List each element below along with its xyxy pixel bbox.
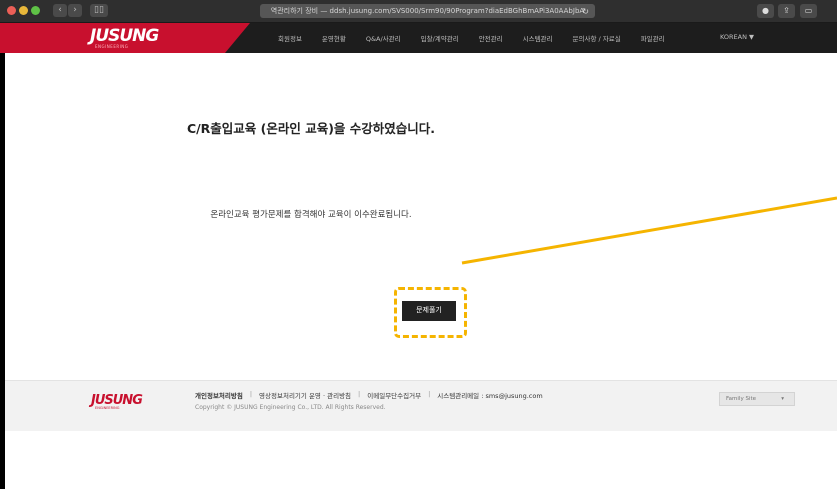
address-text: 역관리하기 장비 — ddsh.jusung.com/SVS000/Srm90/… [270, 7, 585, 15]
sidebar-icon: ▯▯ [94, 5, 104, 15]
tabs-icon: ▭ [804, 6, 813, 15]
footer-divider: | [428, 390, 431, 398]
footer-link-email-refusal[interactable]: 이메일무단수집거부 [367, 390, 421, 400]
nav-item[interactable]: 운영현황 [322, 33, 346, 43]
footer-divider: | [249, 390, 253, 398]
copyright: Copyright © JUSUNG Engineering Co., LTD.… [195, 404, 386, 411]
forward-button[interactable]: › [68, 4, 82, 17]
nav-item[interactable]: Q&A/사관리 [366, 33, 401, 43]
chevron-down-icon: ▾ [781, 396, 784, 402]
chevron-left-icon: ‹ [58, 5, 62, 15]
footer-links: 개인정보처리방침 | 영상정보처리기기 운영 · 관리방침 | 이메일무단수집거… [195, 390, 543, 400]
footer-link-admin-email[interactable]: 시스템관리메일 : sms@jusung.com [437, 390, 542, 400]
share-button[interactable]: ⇪ [778, 4, 795, 18]
footer: JUSUNG ENGINEERING 개인정보처리방침 | 영상정보처리기기 운… [5, 380, 837, 431]
nav-item[interactable]: 파일관리 [641, 33, 665, 43]
maximize-window-button[interactable] [31, 6, 40, 15]
family-site-label: Family Site [726, 396, 757, 402]
nav-item[interactable]: 입찰/계약관리 [421, 33, 459, 43]
page-content: C/R출입교육 (온라인 교육)을 수강하였습니다. 온라인교육 평가문제를 합… [5, 53, 837, 489]
tabs-button[interactable]: ▭ [800, 4, 817, 18]
address-bar[interactable]: 역관리하기 장비 — ddsh.jusung.com/SVS000/Srm90/… [260, 4, 595, 18]
nav-item[interactable]: 회원정보 [278, 33, 302, 43]
nav-item[interactable]: 문의사항 / 자료실 [573, 33, 621, 43]
family-site-select[interactable]: Family Site ▾ [719, 392, 795, 406]
main-nav: 회원정보 운영현황 Q&A/사관리 입찰/계약관리 안전관리 시스템관리 문의사… [278, 33, 685, 43]
share-icon: ⇪ [783, 6, 790, 15]
footer-divider: | [358, 390, 361, 398]
nav-item[interactable]: 안전관리 [479, 33, 503, 43]
sidebar-button[interactable]: ▯▯ [90, 4, 108, 17]
site-logo-subtitle: ENGINEERING [95, 44, 129, 49]
nav-item[interactable]: 시스템관리 [523, 33, 553, 43]
footer-link-privacy[interactable]: 개인정보처리방침 [195, 390, 243, 400]
language-selector[interactable]: KOREAN ▼ [720, 33, 754, 41]
logo-area[interactable]: JUSUNG ENGINEERING [0, 23, 250, 53]
reload-icon[interactable]: ↻ [582, 5, 589, 18]
close-window-button[interactable] [7, 6, 16, 15]
annotation-line [461, 196, 837, 265]
download-button[interactable]: ● [757, 4, 774, 18]
site-logo: JUSUNG [90, 26, 159, 46]
site-header: JUSUNG ENGINEERING 회원정보 운영현황 Q&A/사관리 입찰/… [0, 23, 837, 53]
minimize-window-button[interactable] [19, 6, 28, 15]
footer-logo-subtitle: ENGINEERING [95, 406, 120, 410]
footer-link-cctv[interactable]: 영상정보처리기기 운영 · 관리방침 [259, 390, 351, 400]
chevron-right-icon: › [73, 5, 77, 15]
browser-toolbar: ‹ › ▯▯ 역관리하기 장비 — ddsh.jusung.com/SVS000… [0, 0, 837, 23]
download-icon: ● [762, 6, 769, 15]
back-button[interactable]: ‹ [53, 4, 67, 17]
browser-window: ‹ › ▯▯ 역관리하기 장비 — ddsh.jusung.com/SVS000… [0, 0, 837, 489]
